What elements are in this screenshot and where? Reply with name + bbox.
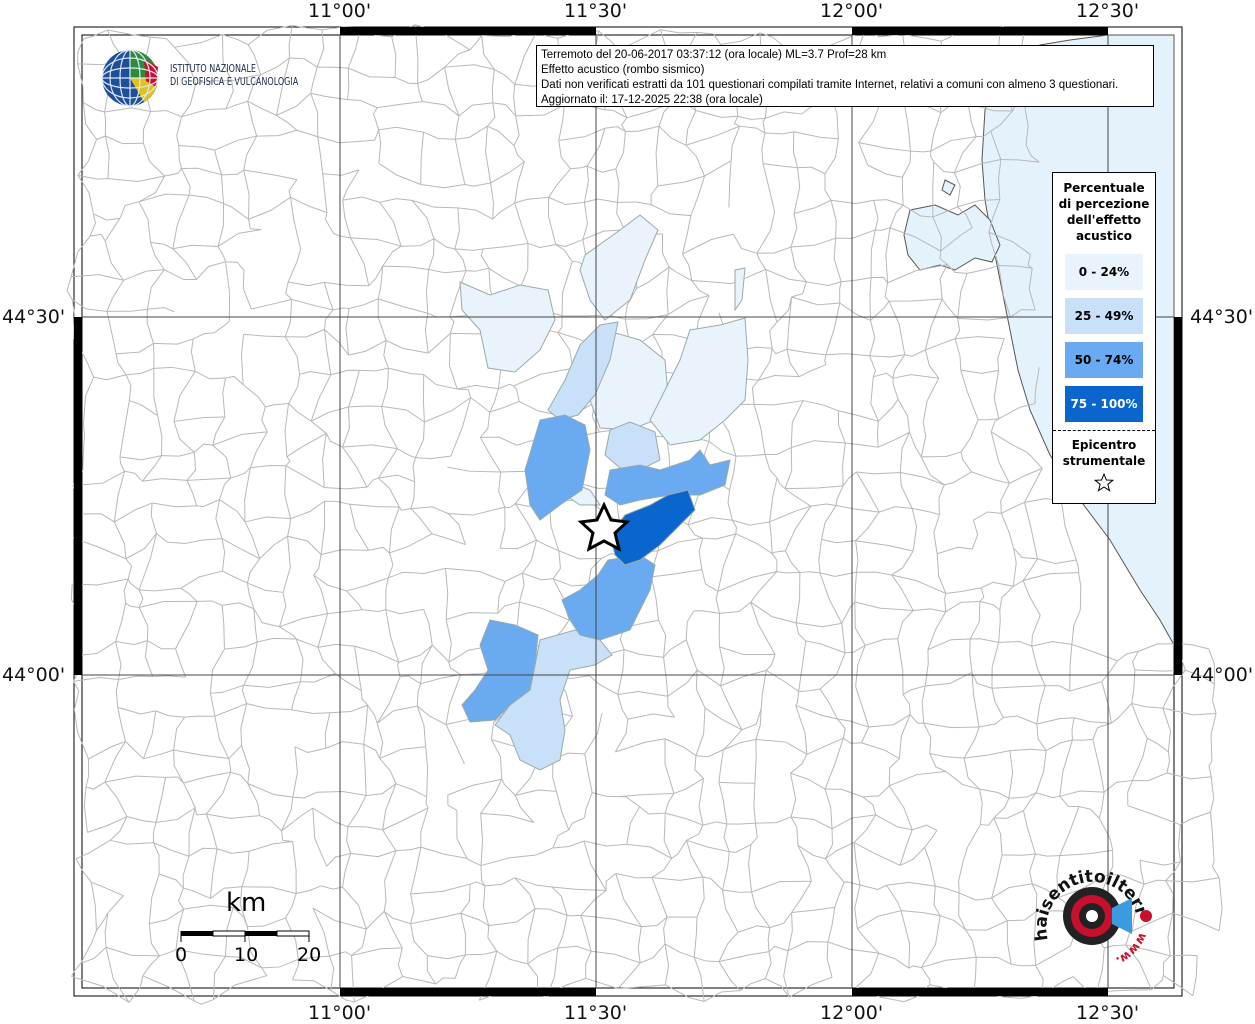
- haisentito-logo: haisentitoilterremoto.it www.: [1019, 847, 1168, 972]
- ingv-logo: ISTITUTO NAZIONALE DI GEOFISICA E VULCAN…: [100, 47, 330, 109]
- legend-class-3: 75 - 100%: [1065, 386, 1143, 422]
- scale-tick-20: 20: [297, 944, 322, 966]
- legend-epicenter-label: Epicentro strumentale: [1053, 437, 1155, 469]
- legend-class-1: 25 - 49%: [1065, 298, 1143, 334]
- scale-tick-0: 0: [175, 944, 188, 966]
- effect-line: Effetto acustico (rombo sismico): [541, 64, 705, 76]
- logo-line2: DI GEOFISICA E VULCANOLOGIA: [170, 76, 299, 88]
- legend-title-line: acustico: [1075, 229, 1133, 243]
- coord-top-2: 11°30': [564, 0, 628, 22]
- event-info-box: Terremoto del 20-06-2017 03:37:12 (ora l…: [536, 45, 1154, 107]
- coord-right-2: 44°00': [1190, 664, 1254, 686]
- coord-top-3: 12°00': [820, 0, 884, 22]
- legend-title-line: di percezione: [1058, 197, 1150, 211]
- megaphone-target-icon: haisentitoilterremoto.it www.: [1019, 847, 1152, 969]
- legend-title: Percentuale di percezione dell'effetto a…: [1053, 180, 1155, 244]
- coord-top-1: 11°00': [308, 0, 372, 22]
- legend-divider: [1053, 430, 1155, 431]
- data-note-line: Dati non verificati estratti da 101 ques…: [541, 79, 1119, 91]
- event-line: Terremoto del 20-06-2017 03:37:12 (ora l…: [541, 49, 887, 61]
- coord-bottom-1: 11°00': [308, 1002, 372, 1024]
- coord-left-1: 44°30': [2, 306, 66, 328]
- legend-class-0: 0 - 24%: [1065, 254, 1143, 290]
- scale-tick-10: 10: [234, 944, 259, 966]
- scale-bar: km 0 10 20: [170, 888, 340, 978]
- legend-epicenter-line: Epicentro: [1071, 438, 1137, 452]
- legend: Percentuale di percezione dell'effetto a…: [1052, 172, 1156, 504]
- coord-top-4: 12°30': [1076, 0, 1140, 22]
- coord-right-1: 44°30': [1190, 306, 1254, 328]
- logo-line1: ISTITUTO NAZIONALE: [170, 63, 257, 75]
- globe-icon: [101, 49, 159, 107]
- legend-title-line: dell'effetto: [1066, 213, 1142, 227]
- legend-class-2: 50 - 74%: [1065, 342, 1143, 378]
- coord-left-2: 44°00': [2, 664, 66, 686]
- coord-bottom-4: 12°30': [1076, 1002, 1140, 1024]
- scale-unit: km: [226, 888, 267, 918]
- updated-line: Aggiornato il: 17-12-2025 22:38 (ora loc…: [541, 94, 763, 106]
- legend-title-line: Percentuale: [1063, 181, 1145, 195]
- star-icon: [1093, 472, 1115, 492]
- coord-bottom-3: 12°00': [820, 1002, 884, 1024]
- coord-bottom-2: 11°30': [564, 1002, 628, 1024]
- brand-www: www.: [1114, 931, 1150, 969]
- legend-epicenter-line: strumentale: [1062, 454, 1146, 468]
